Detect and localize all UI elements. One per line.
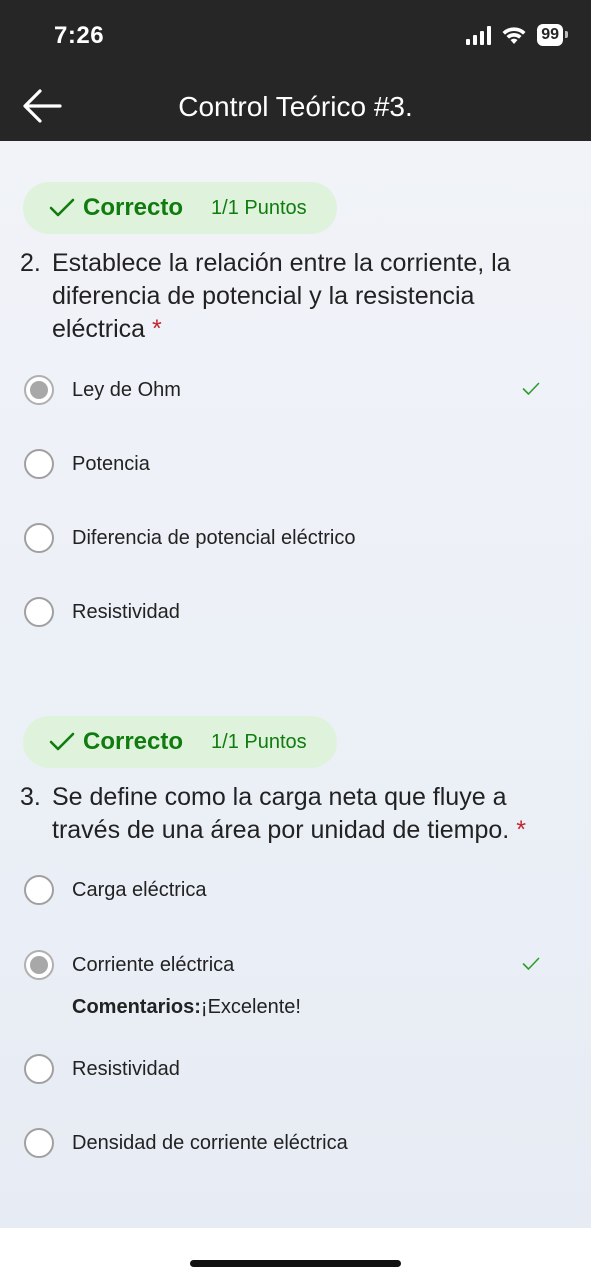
result-points: 1/1 Puntos — [211, 730, 307, 753]
signal-icon — [466, 25, 492, 45]
question-text: 2. Establece la relación entre la corrie… — [20, 247, 560, 346]
checkmark-icon — [49, 732, 75, 751]
question-text: 3. Se define como la carga neta que fluy… — [20, 781, 545, 847]
option-corriente-electrica[interactable]: Corriente eléctrica — [24, 949, 554, 985]
option-diferencia-potencial[interactable]: Diferencia de potencial eléctrico — [24, 522, 554, 558]
page-title: Control Teórico #3. — [178, 91, 413, 122]
radio-icon[interactable] — [24, 1128, 54, 1158]
option-carga-electrica[interactable]: Carga eléctrica — [24, 874, 554, 910]
wifi-icon — [502, 27, 526, 44]
option-potencia[interactable]: Potencia — [24, 448, 554, 484]
result-badge: Correcto 1/1 Puntos — [23, 716, 337, 768]
option-resistividad[interactable]: Resistividad — [24, 1053, 554, 1089]
required-mark: * — [152, 315, 162, 343]
checkmark-icon — [522, 382, 540, 395]
feedback: Comentarios:¡Excelente! — [72, 996, 301, 1019]
question-number: 3. — [20, 783, 41, 811]
radio-icon[interactable] — [24, 597, 54, 627]
battery-icon: 99 — [537, 24, 568, 46]
option-label: Carga eléctrica — [72, 879, 207, 901]
option-label: Corriente eléctrica — [72, 954, 235, 976]
question-body: Establece la relación entre la corriente… — [52, 249, 511, 343]
radio-icon[interactable] — [24, 1054, 54, 1084]
feedback-text: ¡Excelente! — [200, 996, 301, 1018]
status-icons: 99 — [466, 24, 568, 46]
result-points: 1/1 Puntos — [211, 196, 307, 219]
radio-icon[interactable] — [24, 950, 54, 980]
checkmark-icon — [522, 957, 540, 970]
result-status: Correcto — [83, 728, 184, 755]
checkmark-icon — [49, 198, 75, 217]
question-body: Se define como la carga neta que fluye a… — [52, 783, 510, 844]
radio-icon[interactable] — [24, 523, 54, 553]
feedback-label: Comentarios: — [72, 996, 201, 1018]
result-status: Correcto — [83, 194, 184, 221]
option-label: Resistividad — [72, 1058, 180, 1080]
required-mark: * — [516, 816, 526, 844]
bottom-area — [0, 1228, 591, 1280]
option-ley-de-ohm[interactable]: Ley de Ohm — [24, 374, 554, 410]
option-densidad-corriente[interactable]: Densidad de corriente eléctrica — [24, 1127, 554, 1163]
radio-icon[interactable] — [24, 375, 54, 405]
radio-icon[interactable] — [24, 875, 54, 905]
option-label: Diferencia de potencial eléctrico — [72, 527, 356, 549]
option-label: Resistividad — [72, 601, 180, 623]
result-badge: Correcto 1/1 Puntos — [23, 182, 337, 234]
option-label: Potencia — [72, 453, 150, 475]
quiz-content[interactable]: Correcto 1/1 Puntos 2. Establece la rela… — [0, 141, 591, 1228]
radio-icon[interactable] — [24, 449, 54, 479]
nav-bar: Control Teórico #3. — [0, 72, 591, 141]
question-number: 2. — [20, 249, 41, 277]
option-label: Densidad de corriente eléctrica — [72, 1132, 348, 1154]
status-time: 7:26 — [54, 22, 105, 49]
option-resistividad[interactable]: Resistividad — [24, 596, 554, 632]
option-label: Ley de Ohm — [72, 379, 181, 401]
status-bar: 7:26 99 — [0, 0, 591, 72]
home-indicator[interactable] — [190, 1260, 401, 1267]
